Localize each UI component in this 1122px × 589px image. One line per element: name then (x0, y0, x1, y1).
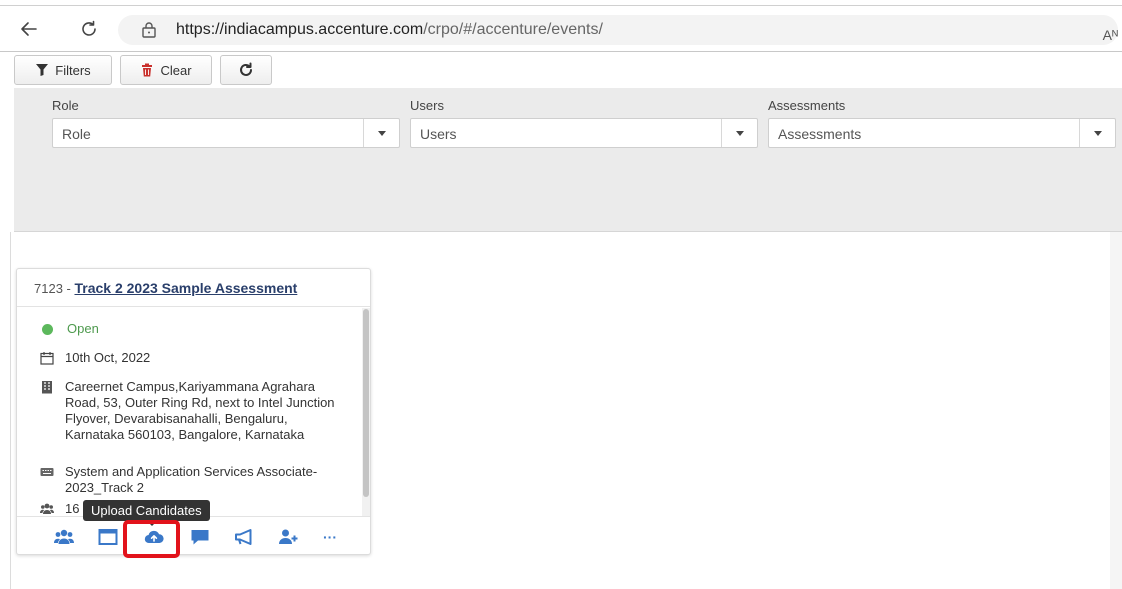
add-user-button[interactable] (277, 527, 299, 547)
highlight-box (123, 520, 180, 558)
clear-button[interactable]: Clear (120, 55, 212, 85)
assessments-select[interactable]: Assessments (768, 118, 1116, 148)
event-address: Careernet Campus,Kariyammana Agrahara Ro… (65, 379, 335, 442)
browser-reload-button[interactable] (74, 14, 104, 44)
event-card-body: Open 10th Oct, 2022 Careernet Campus,Kar… (17, 308, 362, 516)
caret-down-icon (735, 130, 744, 136)
event-candidate-count: 16 (65, 501, 80, 516)
assessments-filter-group: Assessments Assessments (768, 98, 1116, 148)
arrow-left-icon (21, 22, 37, 36)
users-select-toggle[interactable] (721, 119, 757, 147)
role-select-toggle[interactable] (363, 119, 399, 147)
assessments-select-value: Assessments (778, 126, 862, 142)
users-filter-group: Users Users (410, 98, 758, 148)
event-card-header: 7123 - Track 2 2023 Sample Assessment (17, 269, 370, 307)
chat-icon (191, 530, 209, 545)
event-card-actions: ··· (17, 516, 370, 554)
upload-candidates-tooltip: Upload Candidates (83, 500, 210, 526)
filter-toolbar: Filters Clear (0, 52, 1122, 88)
window-icon (98, 529, 118, 545)
event-status: Open (67, 321, 99, 336)
card-scrollbar-thumb[interactable] (363, 309, 369, 497)
users-select[interactable]: Users (410, 118, 758, 148)
page-right-edge (1110, 232, 1122, 589)
megaphone-icon (235, 529, 252, 545)
refresh-button[interactable] (220, 55, 272, 85)
back-button[interactable] (14, 14, 44, 44)
keyboard-icon (40, 468, 54, 476)
add-user-icon (279, 529, 298, 544)
window-button[interactable] (97, 527, 119, 547)
url-host: https://indiacampus.accenture.com (176, 21, 424, 38)
url-path: /crpo/#/accenture/events/ (423, 21, 603, 38)
building-icon (42, 381, 52, 394)
role-select-value: Role (62, 126, 91, 142)
assessments-filter-label: Assessments (768, 98, 846, 113)
status-dot-icon (42, 324, 53, 335)
more-options-button[interactable]: ··· (319, 527, 341, 547)
event-title-link[interactable]: Track 2 2023 Sample Assessment (74, 280, 297, 296)
event-role-row: System and Application Services Associat… (40, 464, 345, 496)
url-field[interactable]: https://indiacampus.accenture.com/crpo/#… (118, 15, 1118, 45)
users-filter-label: Users (410, 98, 444, 113)
role-filter-group: Role Role (52, 98, 400, 148)
role-select[interactable]: Role (52, 118, 400, 148)
event-date: 10th Oct, 2022 (65, 350, 151, 365)
users-select-value: Users (420, 126, 457, 142)
role-filter-label: Role (52, 98, 79, 113)
caret-down-icon (1093, 130, 1102, 136)
filters-button-label: Filters (55, 62, 91, 78)
event-status-row: Open (40, 321, 99, 337)
trash-icon (142, 63, 153, 77)
funnel-icon (36, 64, 49, 76)
page-info-icon[interactable] (140, 21, 158, 39)
filter-panel: Role Role Users Users Assessments Assess… (14, 88, 1122, 232)
event-role: System and Application Services Associat… (65, 464, 318, 495)
event-date-row: 10th Oct, 2022 (40, 350, 150, 366)
event-id: 7123 - (34, 281, 75, 296)
calendar-icon (40, 352, 54, 365)
read-aloud-button[interactable]: Aᴺ (1103, 27, 1118, 43)
content-divider (10, 232, 11, 589)
refresh-icon (240, 62, 252, 76)
reload-icon (82, 20, 96, 36)
browser-address-bar: https://indiacampus.accenture.com/crpo/#… (0, 6, 1122, 52)
announce-button[interactable] (233, 527, 255, 547)
message-button[interactable] (189, 527, 211, 547)
event-count-row: 16 (40, 501, 79, 516)
users-icon (40, 503, 54, 514)
url-text: https://indiacampus.accenture.com/crpo/#… (176, 21, 603, 39)
view-candidates-button[interactable] (53, 527, 75, 547)
clear-button-label: Clear (160, 62, 192, 78)
assessments-select-toggle[interactable] (1079, 119, 1115, 147)
filters-button[interactable]: Filters (14, 55, 112, 85)
caret-down-icon (377, 130, 386, 136)
users-icon (54, 529, 74, 544)
event-venue-row: Careernet Campus,Kariyammana Agrahara Ro… (40, 379, 345, 443)
